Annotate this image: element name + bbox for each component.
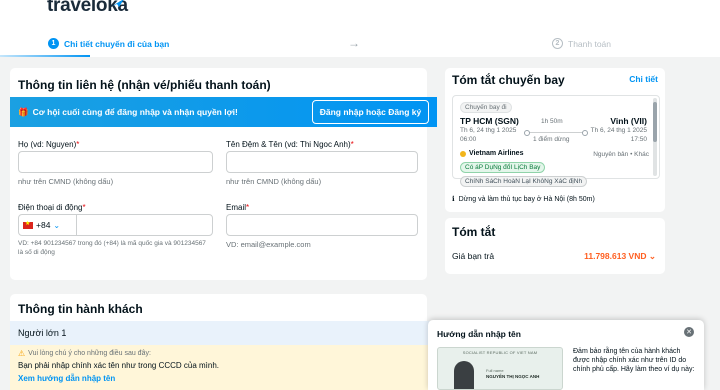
required-mark: * bbox=[350, 140, 354, 149]
flight-timeline bbox=[524, 130, 588, 136]
name-warning-box: ⚠ Vui lòng chú ý cho những điều sau đây:… bbox=[10, 345, 437, 390]
step-number: 1 bbox=[48, 38, 59, 49]
last-name-input[interactable] bbox=[18, 151, 213, 173]
adult-passenger-header[interactable]: Người lớn 1 bbox=[10, 321, 437, 345]
info-icon: ℹ bbox=[452, 196, 455, 203]
name-guide-popup: Hướng dẫn nhập tên ✕ SOCIALIST REPUBLIC … bbox=[428, 320, 704, 390]
required-mark: * bbox=[82, 203, 86, 212]
login-banner: 🎁 Cơ hội cuối cùng để đăng nhập và nhận … bbox=[10, 97, 437, 127]
contact-title: Thông tin liên hệ (nhận vé/phiếu thanh t… bbox=[18, 78, 271, 92]
flight-segment-box: Chuyến bay đi TP HCM (SGN) Th 6, 24 thg … bbox=[452, 95, 660, 187]
origin-city: TP HCM (SGN) bbox=[460, 116, 519, 126]
step-label: Thanh toán bbox=[568, 38, 612, 49]
first-name-input[interactable] bbox=[226, 151, 418, 173]
destination-time: 17:50 bbox=[630, 136, 647, 143]
email-hint: VD: email@example.com bbox=[226, 240, 311, 249]
top-header: traveloka 1 Chi tiết chuyến đi của bạn →… bbox=[0, 0, 720, 57]
stop-count: 1 điểm dừng bbox=[533, 136, 570, 143]
warning-note-text: Vui lòng chú ý cho những điều sau đây: bbox=[28, 350, 151, 357]
country-code-select[interactable]: +84 ⌄ bbox=[19, 215, 77, 235]
airline-info: Vietnam Airlines bbox=[460, 150, 523, 157]
name-guide-text: Đảm bảo rằng tên của hành khách được nhậ… bbox=[573, 348, 695, 374]
arrow-right-icon: → bbox=[348, 36, 360, 50]
id-photo bbox=[454, 361, 474, 389]
name-guide-title: Hướng dẫn nhập tên bbox=[437, 329, 521, 339]
required-mark: * bbox=[246, 203, 250, 212]
step-trip-details: 1 Chi tiết chuyến đi của bạn bbox=[48, 38, 169, 49]
country-code: +84 bbox=[36, 220, 51, 230]
flight-summary-card: Tóm tắt chuyến bay Chi tiết Chuyến bay đ… bbox=[445, 68, 665, 212]
first-name-label-text: Tên Đệm & Tên (vd: Thi Ngoc Anh) bbox=[226, 140, 351, 149]
price-label: Giá bạn trả bbox=[452, 251, 495, 261]
chevron-down-icon: ⌄ bbox=[53, 220, 61, 230]
departure-tag: Chuyến bay đi bbox=[460, 102, 512, 113]
step-number: 2 bbox=[552, 38, 563, 49]
contact-info-card: Thông tin liên hệ (nhận vé/phiếu thanh t… bbox=[10, 68, 437, 280]
email-input[interactable] bbox=[226, 214, 418, 236]
phone-hint: VD: +84 901234567 trong đó (+84) là mã q… bbox=[18, 240, 206, 256]
step-progress-bar bbox=[0, 55, 90, 57]
destination-city: Vinh (VII) bbox=[610, 116, 647, 126]
close-icon[interactable]: ✕ bbox=[684, 327, 694, 337]
name-guide-link[interactable]: Xem hướng dẫn nhập tên bbox=[18, 374, 429, 383]
price-summary-title: Tóm tắt bbox=[452, 225, 496, 239]
phone-field: +84 ⌄ bbox=[18, 214, 213, 236]
login-banner-text: 🎁 Cơ hội cuối cùng để đăng nhập và nhận … bbox=[18, 107, 238, 118]
gift-icon: 🎁 bbox=[18, 106, 29, 117]
phone-label-text: Điện thoại di động bbox=[18, 203, 83, 212]
bird-logo-icon bbox=[112, 0, 124, 7]
flag-vn-icon bbox=[23, 220, 33, 229]
passenger-info-card: Thông tin hành khách Người lớn 1 ⚠ Vui l… bbox=[10, 294, 437, 390]
login-register-button[interactable]: Đăng nhập hoặc Đăng ký bbox=[312, 100, 429, 124]
last-name-label: Họ (vd: Nguyen)* bbox=[18, 140, 79, 149]
first-name-label: Tên Đệm & Tên (vd: Thi Ngoc Anh)* bbox=[226, 140, 354, 149]
last-name-hint: như trên CMND (không dấu) bbox=[18, 177, 114, 186]
required-mark: * bbox=[76, 140, 80, 149]
id-card-header: SOCIALIST REPUBLIC OF VIET NAM bbox=[462, 350, 538, 355]
id-card-example-image: SOCIALIST REPUBLIC OF VIET NAM Full name… bbox=[437, 347, 563, 390]
id-name: NGUYỄN THỊ NGỌC ANH bbox=[486, 374, 540, 379]
booking-steps: 1 Chi tiết chuyến đi của bạn → 2 Thanh t… bbox=[0, 31, 720, 55]
phone-input[interactable] bbox=[79, 215, 212, 235]
scrollbar[interactable] bbox=[653, 98, 657, 176]
warning-icon: ⚠ bbox=[18, 349, 26, 358]
destination-date: Th 6, 24 thg 1 2025 bbox=[590, 127, 647, 134]
step-payment: 2 Thanh toán bbox=[552, 38, 611, 49]
airline-icon bbox=[460, 150, 466, 157]
warning-main-text: Bạn phải nhập chính xác tên như trong CC… bbox=[18, 361, 220, 370]
login-banner-label: Cơ hội cuối cùng để đăng nhập và nhận qu… bbox=[32, 107, 238, 117]
price-summary-card: Tóm tắt Giá bạn trả 11.798.613 VND ⌄ bbox=[445, 218, 665, 274]
flight-duration: 1h 50m bbox=[541, 118, 563, 125]
scroll-thumb[interactable] bbox=[653, 102, 657, 142]
email-label: Email* bbox=[226, 203, 249, 212]
price-value[interactable]: 11.798.613 VND ⌄ bbox=[584, 251, 656, 262]
chevron-down-icon: ⌄ bbox=[648, 251, 656, 261]
id-name-label: Full name bbox=[486, 368, 504, 373]
refund-policy-tag: ChíNh SáCh HoàN LạI KhôNg XáC địNh bbox=[460, 176, 588, 187]
origin-time: 06:00 bbox=[460, 136, 477, 143]
passenger-title: Thông tin hành khách bbox=[18, 302, 143, 316]
stopover-note: ℹ Dừng và làm thủ tục bay ở Hà Nội (8h 5… bbox=[452, 195, 595, 204]
email-label-text: Email bbox=[226, 203, 247, 212]
flight-summary-title: Tóm tắt chuyến bay bbox=[452, 73, 565, 87]
flight-detail-link[interactable]: Chi tiết bbox=[629, 74, 658, 84]
origin-date: Th 6, 24 thg 1 2025 bbox=[460, 127, 517, 134]
stopover-note-text: Dừng và làm thủ tục bay ở Hà Nội (8h 50m… bbox=[458, 195, 595, 203]
reschedule-tag: Có áP DụNg đổI LịCh Bay bbox=[460, 162, 546, 173]
first-name-hint: như trên CMND (không dấu) bbox=[226, 177, 322, 186]
step-label: Chi tiết chuyến đi của bạn bbox=[64, 38, 170, 49]
last-name-label-text: Họ (vd: Nguyen) bbox=[18, 140, 77, 149]
fare-type: Nguyên bản • Khác bbox=[593, 151, 649, 158]
warning-note: ⚠ Vui lòng chú ý cho những điều sau đây: bbox=[18, 349, 429, 358]
phone-label: Điện thoại di động* bbox=[18, 203, 86, 212]
airline-name: Vietnam Airlines bbox=[469, 150, 524, 157]
price-amount: 11.798.613 VND bbox=[584, 251, 647, 261]
